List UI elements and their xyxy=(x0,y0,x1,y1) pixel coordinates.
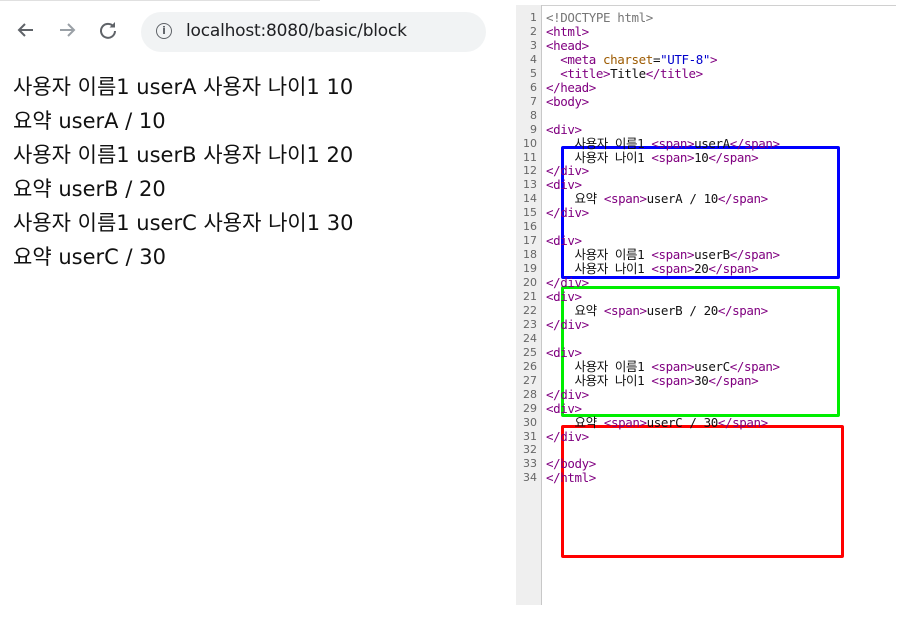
address-bar[interactable]: i localhost:8080/basic/block xyxy=(141,12,486,52)
back-button[interactable] xyxy=(14,18,38,42)
code-text: <div> xyxy=(546,289,582,304)
line-number: 19 xyxy=(523,262,537,276)
page-line: 사용자 이름1 userB 사용자 나이1 20 xyxy=(13,143,354,167)
tab-strip-divider xyxy=(0,0,320,1)
code-text: 사용자 이름1 <span>userC</span> xyxy=(546,358,781,374)
line-number: 30 xyxy=(523,415,537,429)
code-text: <div> xyxy=(546,400,582,416)
line-number: 23 xyxy=(523,317,537,331)
line-number: 2 xyxy=(530,24,537,38)
page-line: 사용자 이름1 userC 사용자 나이1 30 xyxy=(13,211,354,235)
code-text: 사용자 이름1 <span>userB</span> xyxy=(546,247,781,263)
code-text: 사용자 이름1 <span>userA</span> xyxy=(546,135,781,151)
browser-toolbar: i localhost:8080/basic/block xyxy=(0,11,486,53)
code-text: </div> xyxy=(546,163,589,179)
line-number: 22 xyxy=(523,303,537,317)
info-icon[interactable]: i xyxy=(156,23,172,39)
line-number: 25 xyxy=(523,345,537,359)
code-text: 사용자 나이1 <span>20</span> xyxy=(546,261,759,277)
code-text: <meta charset="UTF-8"> xyxy=(560,51,718,67)
arrow-right-icon xyxy=(60,23,76,37)
code-text: </div> xyxy=(546,386,589,402)
line-number: 28 xyxy=(523,387,537,401)
line-number: 8 xyxy=(530,108,537,122)
reload-button[interactable] xyxy=(96,18,120,42)
line-number: 4 xyxy=(530,52,537,66)
code-editor: 1 <!DOCTYPE html> 2 <html> 3 <head> 4 <meta ch… xyxy=(516,5,911,615)
code-text: 사용자 나이1 <span>10</span> xyxy=(546,149,759,165)
reload-icon xyxy=(100,22,116,39)
line-number: 31 xyxy=(523,429,537,443)
code-text: <div> xyxy=(546,177,582,193)
code-text: <body> xyxy=(546,93,589,109)
code-text: 요약 <span>userA / 10</span> xyxy=(546,191,769,207)
line-number: 6 xyxy=(530,80,537,94)
code-text: <title>Title</title> xyxy=(560,65,703,81)
line-number: 7 xyxy=(530,94,537,108)
line-number: 17 xyxy=(523,234,537,248)
page-line: 요약 userC / 30 xyxy=(13,245,166,269)
code-text: <head> xyxy=(546,37,589,53)
line-number: 16 xyxy=(523,220,537,234)
highlight-box-red xyxy=(561,425,844,558)
code-text: </div> xyxy=(546,205,589,221)
code-text: </div> xyxy=(546,316,589,332)
line-number: 27 xyxy=(523,373,537,387)
url-text: localhost:8080/basic/block xyxy=(186,21,407,41)
line-number: 12 xyxy=(523,164,537,178)
code-text: </head> xyxy=(546,79,596,95)
line-number: 3 xyxy=(530,38,537,52)
line-number: 1 xyxy=(530,11,537,24)
line-number: 20 xyxy=(523,276,537,290)
code-text: <div> xyxy=(546,344,582,360)
code-text: 요약 <span>userB / 20</span> xyxy=(546,302,769,318)
forward-button[interactable] xyxy=(55,18,79,42)
editor-border xyxy=(516,5,896,6)
line-number: 34 xyxy=(523,471,537,485)
line-number: 13 xyxy=(523,178,537,192)
code-text: </div> xyxy=(546,428,589,444)
line-number: 33 xyxy=(523,457,537,471)
line-number: 10 xyxy=(523,136,537,150)
code-text: </div> xyxy=(546,275,589,291)
page-content: 사용자 이름1 userA 사용자 나이1 10 요약 userA / 10 사… xyxy=(13,70,354,274)
page-line: 요약 userA / 10 xyxy=(13,109,166,133)
line-number: 18 xyxy=(523,248,537,262)
browser-window: i localhost:8080/basic/block 사용자 이름1 use… xyxy=(0,0,486,625)
line-number: 15 xyxy=(523,206,537,220)
line-number: 5 xyxy=(530,66,537,80)
arrow-left-icon xyxy=(17,23,33,37)
line-number: 29 xyxy=(523,401,537,415)
code-text: <!DOCTYPE html> xyxy=(546,10,653,25)
line-number: 32 xyxy=(523,443,537,457)
page-line: 요약 userB / 20 xyxy=(13,177,166,201)
code-text: </html> xyxy=(546,470,596,486)
code-text: 사용자 나이1 <span>30</span> xyxy=(546,372,759,388)
code-text: <div> xyxy=(546,121,582,137)
line-number: 24 xyxy=(523,331,537,345)
line-number: 26 xyxy=(523,359,537,373)
code-text: <div> xyxy=(546,233,582,249)
line-number: 9 xyxy=(530,122,537,136)
code-text: <html> xyxy=(546,23,589,39)
line-number: 11 xyxy=(523,150,537,164)
line-number: 21 xyxy=(523,290,537,303)
page-line: 사용자 이름1 userA 사용자 나이1 10 xyxy=(13,75,354,99)
line-number: 14 xyxy=(523,192,537,206)
code-text: 요약 <span>userC / 30</span> xyxy=(546,414,769,430)
code-text: </body> xyxy=(546,456,596,472)
